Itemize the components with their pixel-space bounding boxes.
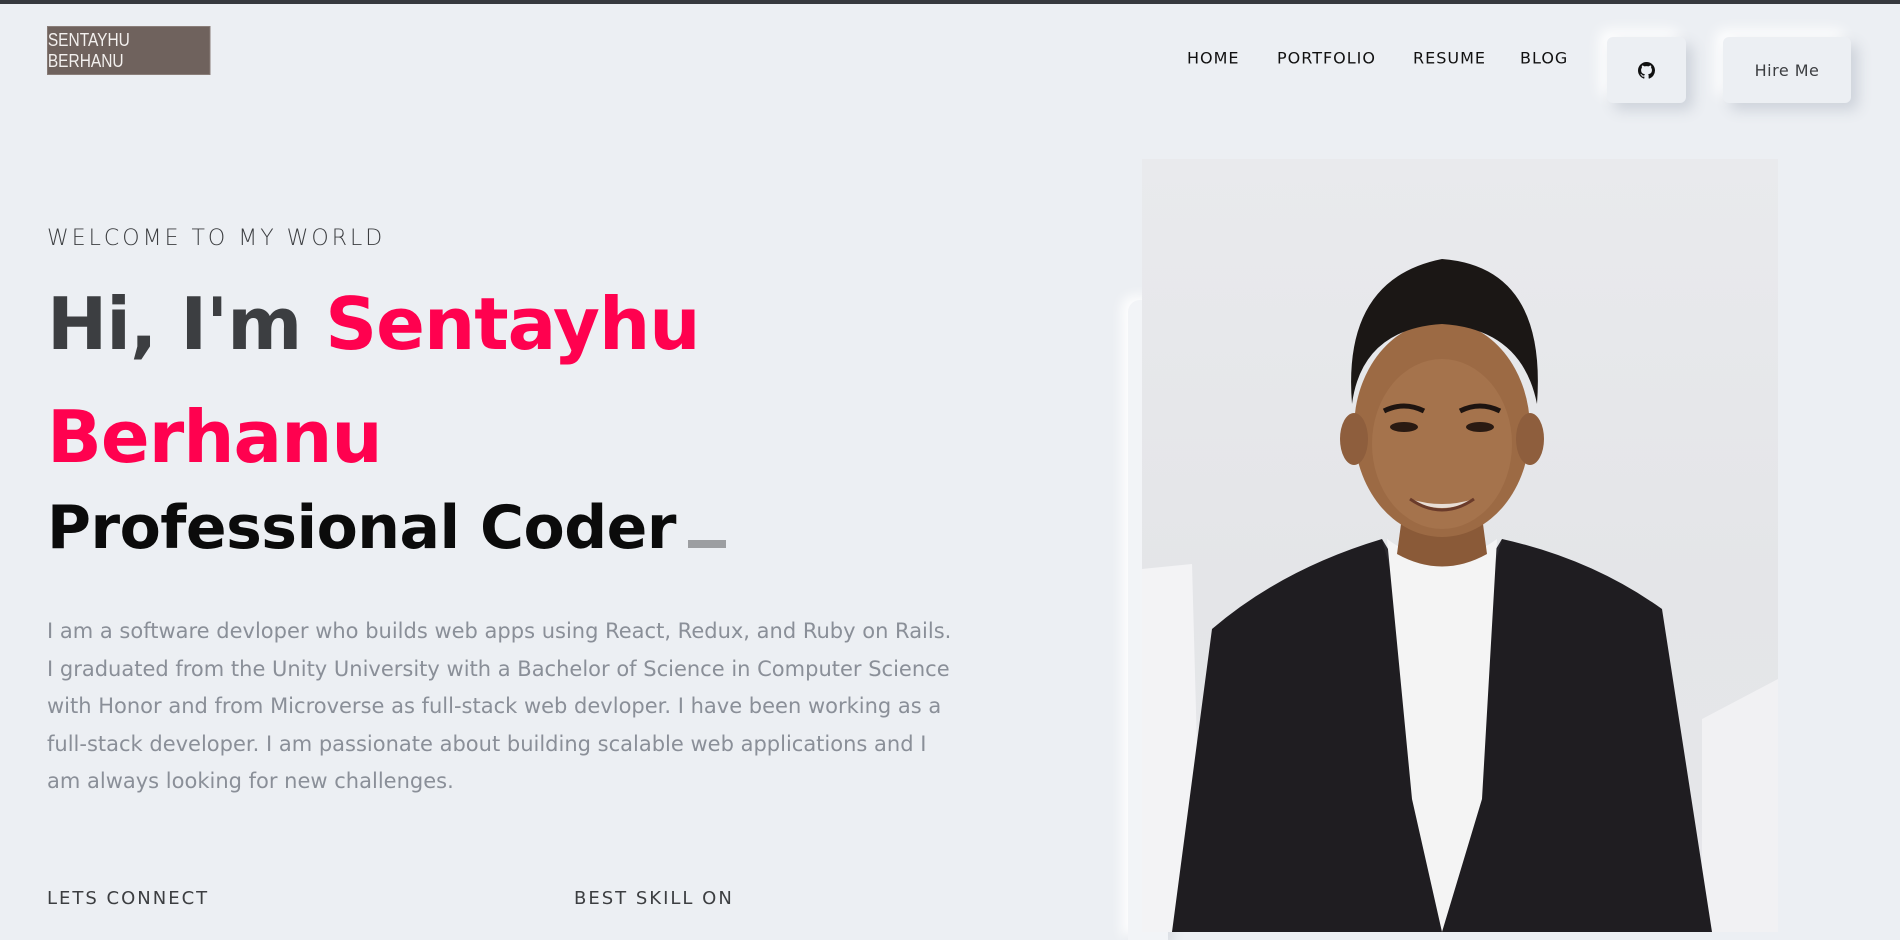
site-logo[interactable]: SENTAYHU BERHANU — [47, 26, 211, 75]
welcome-subtitle: WELCOME TO MY WORLD — [47, 226, 386, 251]
nav-portfolio[interactable]: PORTFOLIO — [1277, 49, 1376, 68]
nav-resume[interactable]: RESUME — [1413, 49, 1486, 68]
best-skill-label: BEST SKILL ON — [574, 888, 734, 909]
github-button[interactable] — [1607, 37, 1686, 103]
greeting-text: Hi, I'm — [47, 282, 326, 366]
top-border — [0, 0, 1900, 4]
lets-connect-label: LETS CONNECT — [47, 888, 210, 909]
nav-blog[interactable]: BLOG — [1520, 49, 1568, 68]
portrait-illustration — [1142, 259, 1778, 932]
hire-me-button[interactable]: Hire Me — [1723, 37, 1851, 103]
typed-role-text: Professional Coder — [47, 493, 676, 563]
typing-cursor — [687, 540, 726, 548]
profile-photo — [1142, 159, 1778, 932]
hero-headline: Hi, I'm Sentayhu Berhanu — [47, 268, 947, 494]
hero-role: Professional Coder — [47, 493, 726, 563]
hero-bio: I am a software devloper who builds web … — [47, 619, 952, 793]
github-icon — [1638, 61, 1655, 79]
nav-home[interactable]: HOME — [1187, 49, 1240, 68]
